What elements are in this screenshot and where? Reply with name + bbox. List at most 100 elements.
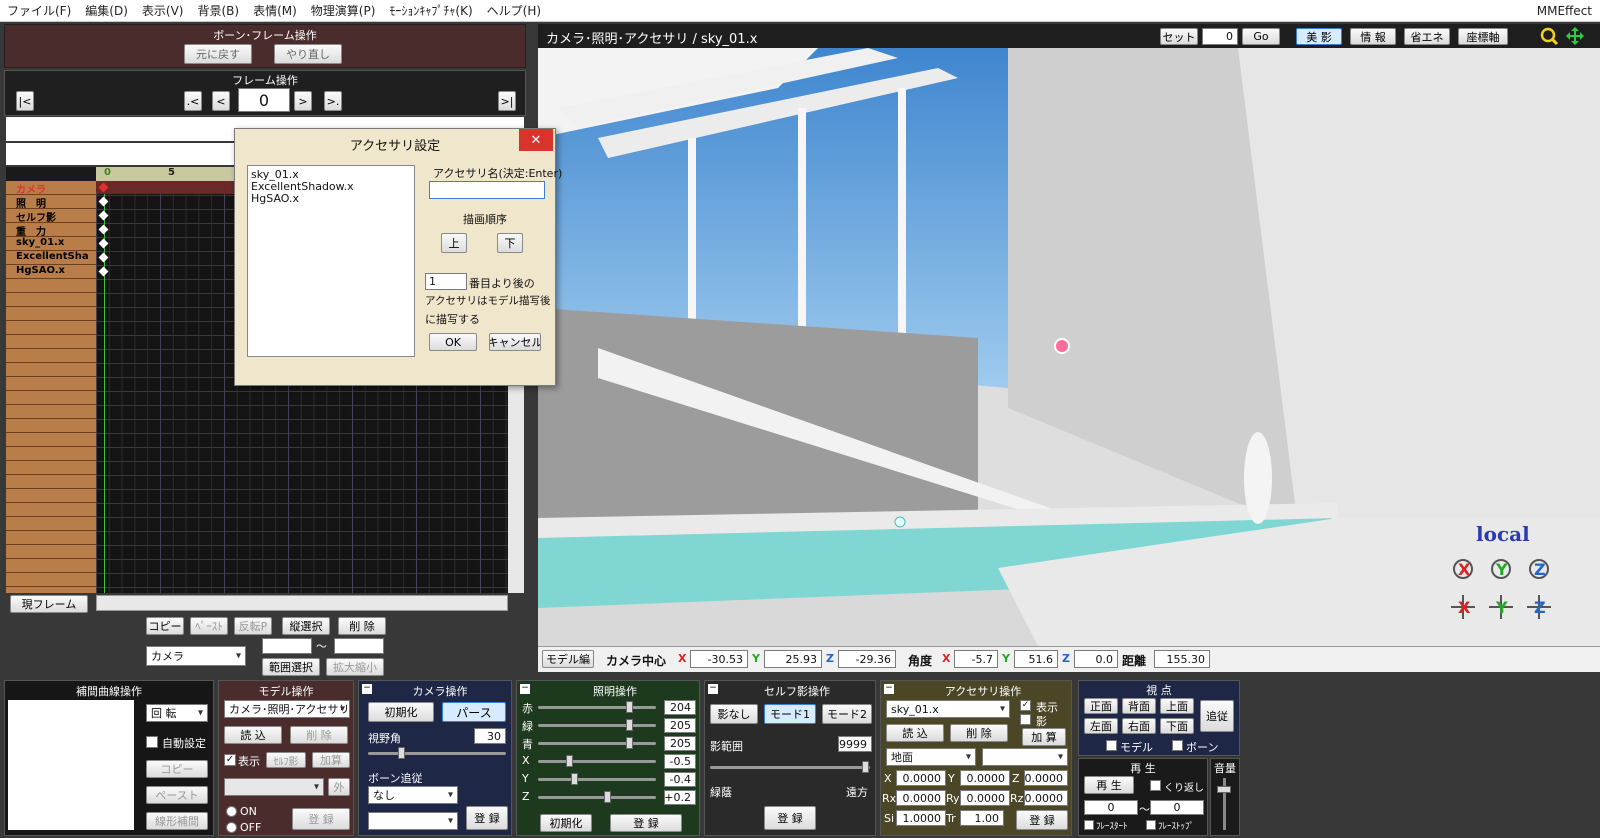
light-slider-1[interactable]	[538, 719, 656, 731]
light-slider-knob[interactable]	[626, 737, 633, 749]
light-slider-3[interactable]	[538, 755, 656, 767]
fov-slider-knob[interactable]	[398, 747, 405, 759]
interp-paste-button[interactable]: ペースト	[146, 786, 208, 804]
timeline-row-gravity[interactable]: 重 力	[16, 223, 46, 238]
accessory-list-item[interactable]: HgSAO.x	[251, 192, 299, 205]
move-z-icon[interactable]: Z	[1526, 594, 1552, 620]
fov-slider[interactable]	[368, 747, 506, 759]
acc-add-button[interactable]: 加 算	[1022, 728, 1066, 746]
prev-key-button[interactable]: .<	[184, 91, 202, 111]
bone-follow-select[interactable]: なし	[368, 786, 458, 804]
play-button[interactable]: 再 生	[1084, 776, 1134, 794]
timeline-row-self-shadow[interactable]: セルフ影	[16, 209, 56, 224]
go-button[interactable]: Go	[1242, 28, 1280, 45]
timeline-hscrollbar[interactable]	[96, 595, 508, 611]
accessory-list[interactable]: sky_01.x ExcellentShadow.x HgSAO.x	[247, 165, 415, 357]
set-button[interactable]: セット	[1160, 28, 1198, 45]
timeline-delete-button[interactable]: 削 除	[338, 617, 386, 635]
shadow-range-slider[interactable]	[710, 761, 870, 773]
angle-x-field[interactable]: -5.7	[954, 650, 998, 668]
frame-start-checkbox[interactable]	[1084, 820, 1094, 830]
acc-parent-model-select[interactable]: 地面	[886, 748, 976, 766]
acc-z-field[interactable]: 0.0000	[1024, 770, 1068, 786]
timeline-row-hgsao[interactable]: HgSAO.x	[16, 265, 65, 276]
light-value-field-1[interactable]: 205	[664, 718, 696, 733]
camera-register-button[interactable]: 登 録	[466, 806, 508, 830]
bone-follow-bone-select[interactable]	[368, 812, 458, 830]
light-slider-knob[interactable]	[626, 701, 633, 713]
view-left-button[interactable]: 左面	[1084, 718, 1118, 734]
undo-button[interactable]: 元に戻す	[184, 44, 252, 64]
shadow-collapse-icon[interactable]: −	[708, 684, 718, 694]
acc-load-button[interactable]: 読 込	[886, 724, 944, 742]
order-up-button[interactable]: 上	[441, 233, 467, 253]
frame-stop-checkbox[interactable]	[1146, 820, 1156, 830]
timeline-row-light[interactable]: 照 明	[16, 195, 46, 210]
acc-parent-bone-select[interactable]	[982, 748, 1068, 766]
timeline-row-camera[interactable]: カメラ	[16, 181, 46, 196]
angle-z-field[interactable]: 0.0	[1074, 650, 1118, 668]
menu-edit[interactable]: 編集(D)	[78, 2, 135, 19]
coordinate-axis-toggle[interactable]: 座標軸	[1458, 28, 1508, 45]
model-bone-select[interactable]	[224, 778, 324, 796]
dialog-ok-button[interactable]: OK	[429, 333, 477, 351]
move-icon[interactable]	[1566, 27, 1584, 45]
3d-viewport[interactable]: local X Y Z X Y Z	[538, 48, 1600, 646]
rotate-x-icon[interactable]: X	[1450, 556, 1476, 582]
light-value-field-3[interactable]: -0.5	[664, 754, 696, 769]
light-slider-knob[interactable]	[604, 791, 611, 803]
accessory-name-input[interactable]	[429, 181, 545, 199]
shadow-none-button[interactable]: 影なし	[710, 704, 758, 724]
camera-z-field[interactable]: -29.36	[838, 650, 896, 668]
volume-slider-knob[interactable]	[1217, 786, 1231, 793]
view-front-button[interactable]: 正面	[1084, 698, 1118, 714]
beautiful-shadow-toggle[interactable]: 美 影	[1296, 28, 1342, 45]
view-bottom-button[interactable]: 下面	[1160, 718, 1194, 734]
move-y-icon[interactable]: Y	[1488, 594, 1514, 620]
timeline-target-select[interactable]: カメラ	[146, 646, 246, 666]
light-collapse-icon[interactable]: −	[520, 684, 530, 694]
view-back-button[interactable]: 背面	[1122, 698, 1156, 714]
zoom-icon[interactable]	[1540, 27, 1559, 46]
dialog-cancel-button[interactable]: キャンセル	[489, 333, 541, 351]
acc-register-button[interactable]: 登 録	[1016, 810, 1068, 830]
repeat-checkbox[interactable]	[1150, 780, 1161, 791]
shadow-mode1-button[interactable]: モード1	[764, 704, 816, 724]
scale-button[interactable]: 拡大縮小	[326, 658, 384, 676]
acc-tr-field[interactable]: 1.00	[960, 810, 1004, 826]
draw-order-input[interactable]: 1	[425, 273, 467, 290]
acc-ry-field[interactable]: 0.0000	[960, 790, 1010, 806]
timeline-copy-button[interactable]: コピー	[146, 617, 184, 635]
acc-delete-button[interactable]: 削 除	[950, 724, 1008, 742]
camera-init-button[interactable]: 初期化	[368, 702, 434, 722]
interp-copy-button[interactable]: コピー	[146, 760, 208, 778]
perspective-toggle[interactable]: パース	[442, 702, 506, 722]
model-on-radio[interactable]	[226, 806, 237, 817]
shadow-range-field[interactable]: 9999	[838, 736, 872, 752]
light-slider-4[interactable]	[538, 773, 656, 785]
light-slider-5[interactable]	[538, 791, 656, 803]
rotate-z-icon[interactable]: Z	[1526, 556, 1552, 582]
first-frame-button[interactable]: |<	[16, 91, 34, 111]
model-delete-button[interactable]: 削 除	[290, 726, 348, 744]
menu-file[interactable]: ファイル(F)	[0, 2, 78, 19]
info-toggle[interactable]: 情 報	[1350, 28, 1396, 45]
rotate-y-icon[interactable]: Y	[1488, 556, 1514, 582]
acc-rz-field[interactable]: 0.0000	[1024, 790, 1068, 806]
light-value-field-2[interactable]: 205	[664, 736, 696, 751]
acc-select[interactable]: sky_01.x	[886, 700, 1010, 718]
acc-si-field[interactable]: 1.0000	[896, 810, 946, 826]
model-self-shadow-button[interactable]: ｾﾙﾌ影	[266, 752, 306, 768]
range-end-field[interactable]	[334, 638, 384, 654]
shadow-slider-knob[interactable]	[862, 761, 869, 773]
timeline-reverse-button[interactable]: 反転P	[234, 617, 272, 635]
auto-setting-checkbox[interactable]	[146, 736, 158, 748]
last-frame-button[interactable]: >|	[498, 91, 516, 111]
vertical-select-button[interactable]: 縦選択	[282, 617, 330, 635]
redo-button[interactable]: やり直し	[274, 44, 342, 64]
timeline-paste-button[interactable]: ﾍﾟｰｽﾄ	[190, 617, 228, 635]
interp-rotate-select[interactable]: 回 転	[146, 704, 208, 722]
distance-field[interactable]: 155.30	[1154, 650, 1210, 668]
current-frame-button[interactable]: 現フレーム	[10, 595, 88, 613]
acc-shadow-checkbox[interactable]	[1020, 714, 1031, 725]
